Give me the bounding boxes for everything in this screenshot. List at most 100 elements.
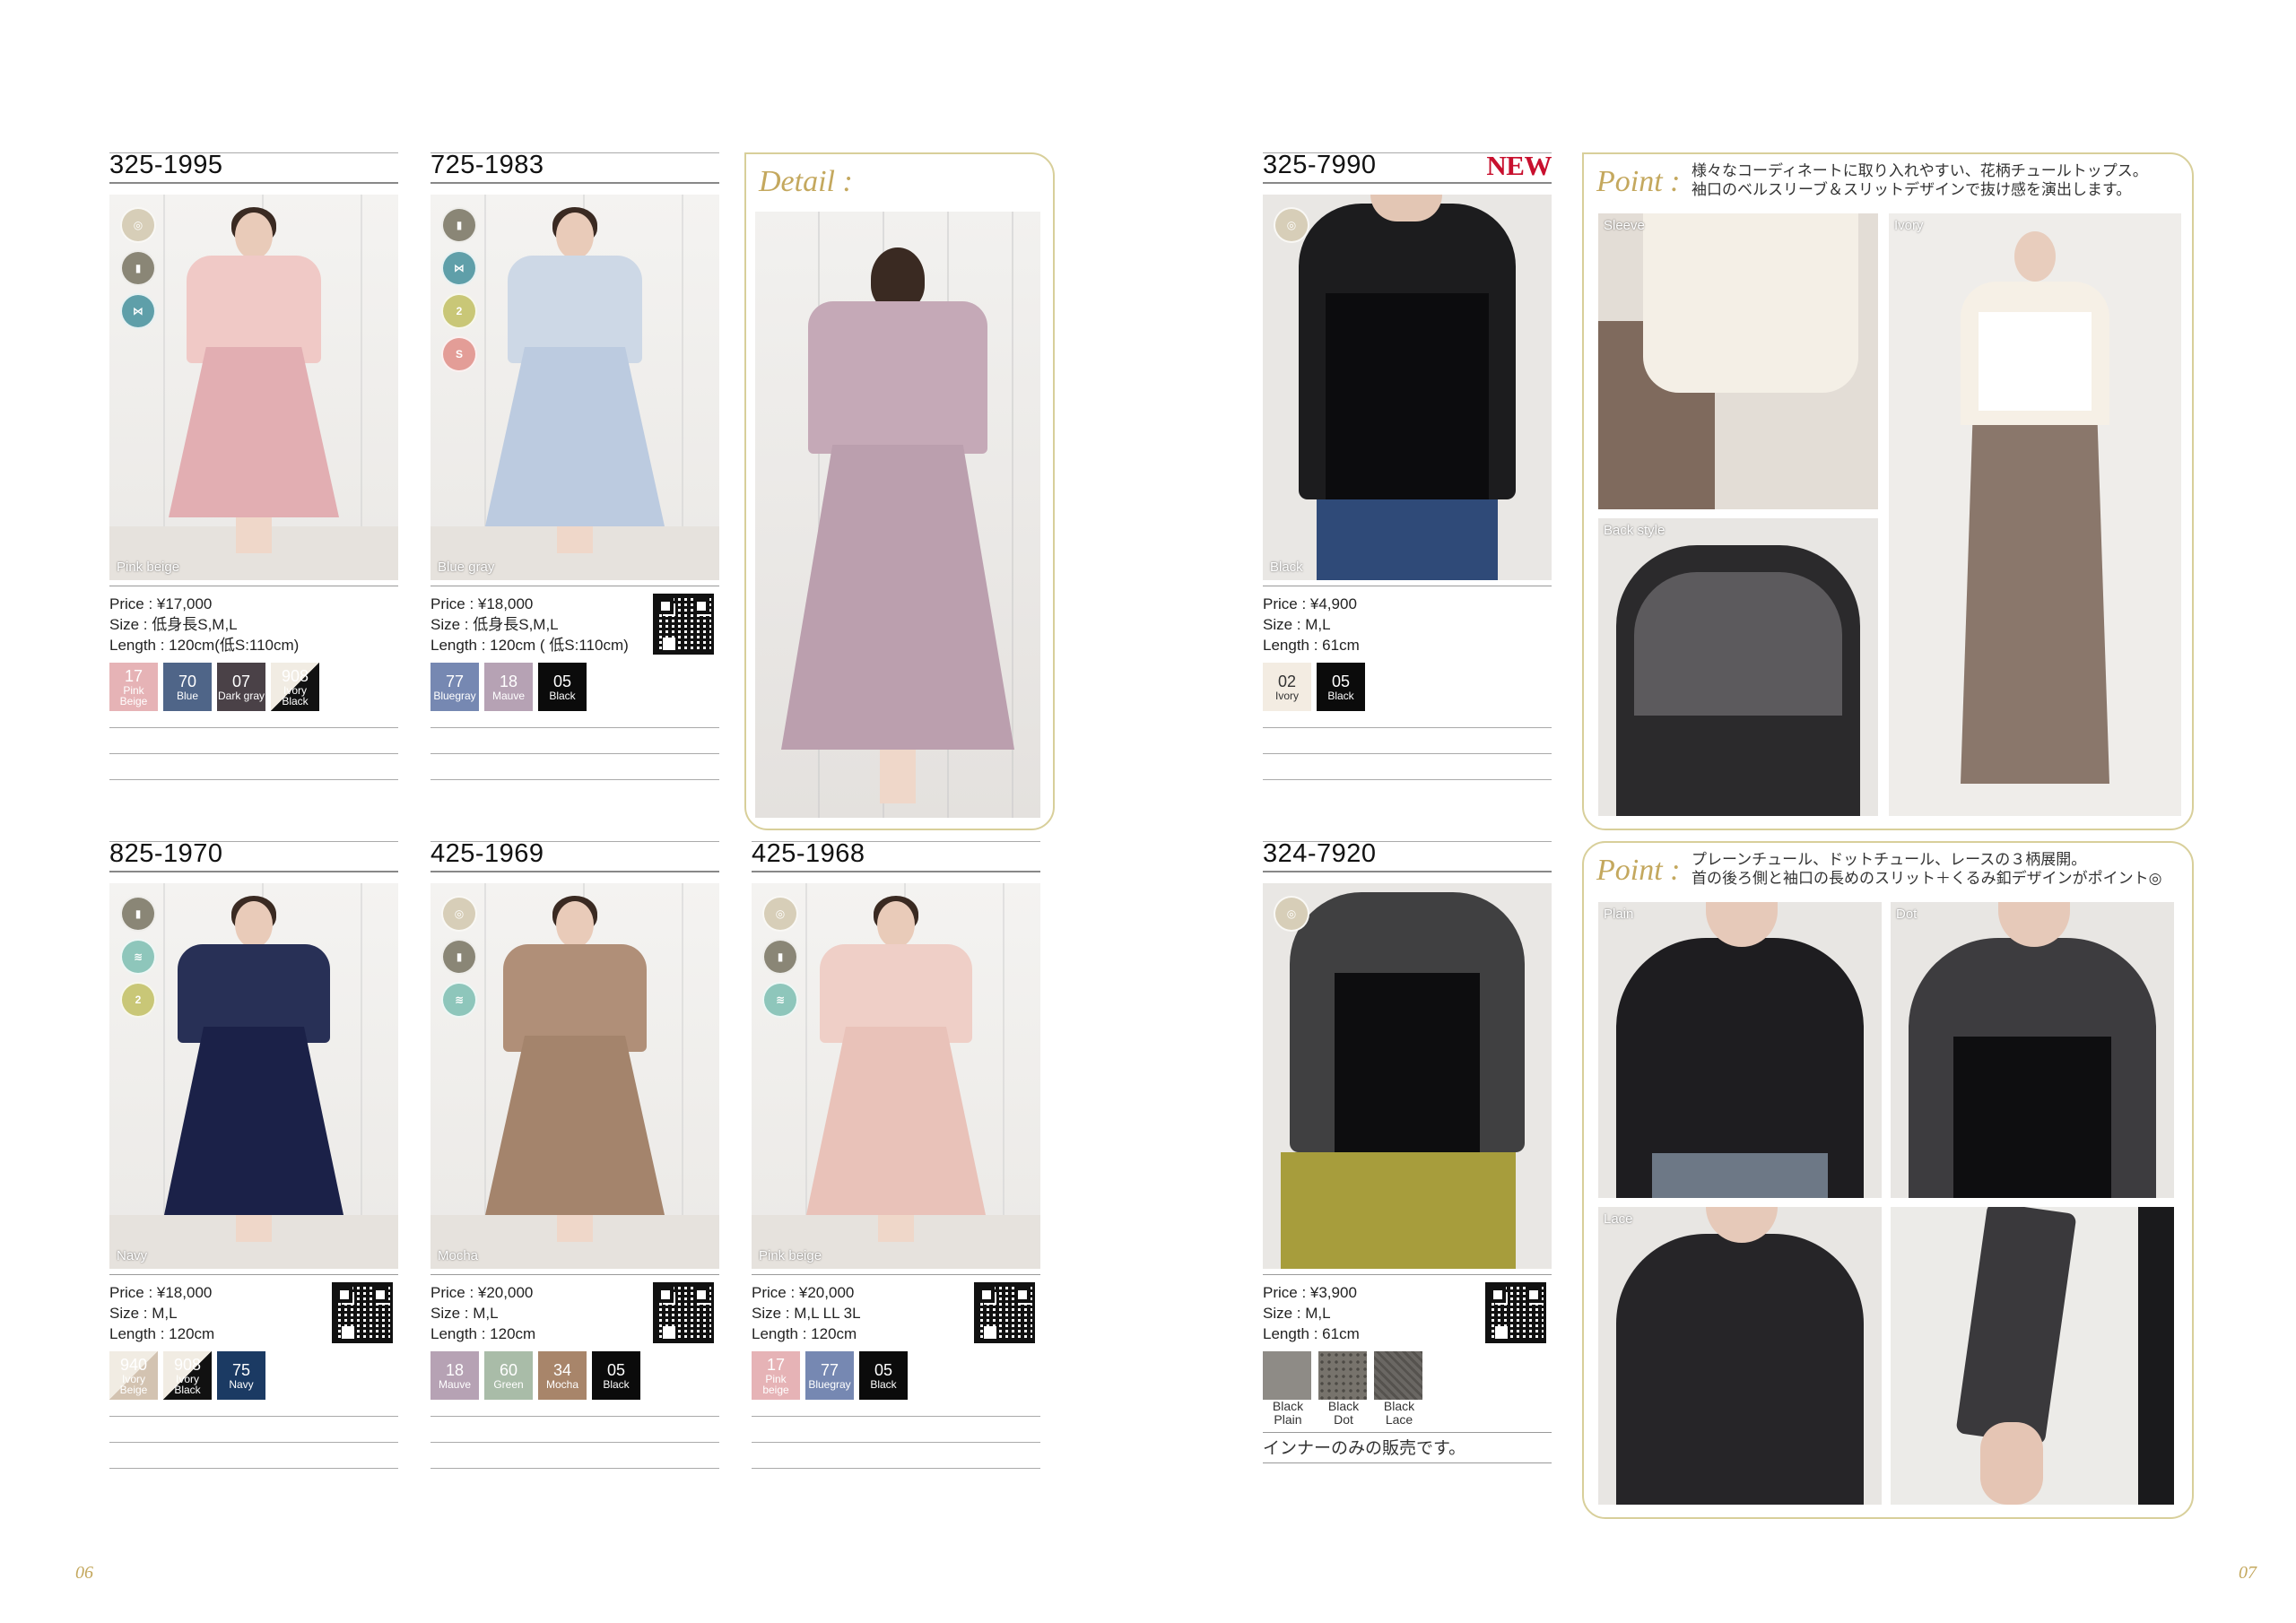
rubber-waist-icon: ≋ bbox=[762, 982, 798, 1018]
color-swatch[interactable]: 77 Bluegray bbox=[805, 1351, 854, 1400]
color-swatch[interactable]: 02 Ivory bbox=[1263, 663, 1311, 711]
zipper-icon: ▮ bbox=[441, 939, 477, 975]
model-figure bbox=[485, 896, 665, 1242]
detail-photo[interactable] bbox=[755, 212, 1040, 818]
fabric-swatch-lace[interactable]: Black Lace bbox=[1374, 1351, 1424, 1427]
color-swatches: 18 Mauve 60 Green 34 Mocha 05 Black bbox=[430, 1351, 719, 1400]
lace-photo[interactable]: Lace bbox=[1598, 1207, 1882, 1505]
button-icon: ◎ bbox=[120, 207, 156, 243]
color-swatch[interactable]: 07 Dark gray bbox=[217, 663, 265, 711]
panel-title: Point : bbox=[1596, 165, 1681, 198]
color-swatches: 940 Ivory Beige 908 Ivory Black 75 Navy bbox=[109, 1351, 398, 1400]
panel-description: 様々なコーディネートに取り入れやすい、花柄チュールトップス。 袖口のベルスリーブ… bbox=[1692, 162, 2148, 198]
zipper-icon: ▮ bbox=[120, 250, 156, 286]
plain-photo[interactable]: Plain bbox=[1598, 902, 1882, 1198]
zipper-icon: ▮ bbox=[441, 207, 477, 243]
color-swatch[interactable]: 17 Pink Beige bbox=[109, 663, 158, 711]
feature-icons: ▮ ⋈ 2 S bbox=[441, 207, 477, 379]
color-swatch[interactable]: 70 Blue bbox=[163, 663, 212, 711]
color-swatch[interactable]: 05 Black bbox=[1317, 663, 1365, 711]
length: Length : 120cm(低S:110cm) bbox=[109, 637, 300, 654]
product-code: 325-7990 bbox=[1263, 151, 1377, 179]
color-swatch[interactable]: 77 Bluegray bbox=[430, 663, 479, 711]
product-code: 825-1970 bbox=[109, 839, 223, 868]
rubber-waist-icon: ≋ bbox=[441, 982, 477, 1018]
product-code: 325-1995 bbox=[109, 151, 223, 179]
product-card-425-1969[interactable]: 425-1969 ◎ ▮ ≋ Mocha Price : ¥20,000 Siz… bbox=[430, 839, 719, 1494]
photo-label: Pink beige bbox=[117, 560, 180, 575]
fabric-swatch-dot[interactable]: Black Dot bbox=[1318, 1351, 1369, 1427]
color-swatch[interactable]: 05 Black bbox=[538, 663, 587, 711]
photo-label: Mocha bbox=[438, 1248, 479, 1263]
code-row: 825-1970 bbox=[109, 839, 398, 872]
product-card-325-7990[interactable]: 325-7990 NEW ◎ Black Price : ¥4,900 Size… bbox=[1263, 150, 1552, 805]
sleeve-photo[interactable]: Sleeve bbox=[1598, 213, 1878, 509]
detail-panel: Detail : bbox=[744, 152, 1055, 830]
back-style-photo[interactable]: Back style bbox=[1598, 518, 1878, 816]
product-photo[interactable]: ▮ ≋ 2 Navy bbox=[109, 883, 398, 1269]
color-swatch[interactable]: 940 Ivory Beige bbox=[109, 1351, 158, 1400]
product-card-725-1983[interactable]: 725-1983 ▮ ⋈ 2 S Blue gray Price : ¥18,0… bbox=[430, 151, 719, 805]
fabric-swatch-plain[interactable]: Black Plain bbox=[1263, 1351, 1313, 1427]
product-code: 425-1968 bbox=[752, 839, 865, 868]
code-row: 725-1983 bbox=[430, 151, 719, 184]
product-photo[interactable]: ◎ ▮ ≋ Pink beige bbox=[752, 883, 1040, 1269]
product-card-425-1968[interactable]: 425-1968 ◎ ▮ ≋ Pink beige Price : ¥20,00… bbox=[752, 839, 1040, 1494]
qr-code[interactable] bbox=[653, 1282, 714, 1343]
point-panel-2: Point : プレーンチュール、ドットチュール、レースの３柄展開。 首の後ろ側… bbox=[1582, 841, 2194, 1519]
product-info: Price : ¥4,900 Size : M,L Length : 61cm bbox=[1263, 594, 1552, 655]
qr-code[interactable] bbox=[974, 1282, 1035, 1343]
feature-icons: ◎ bbox=[1274, 896, 1309, 939]
two-piece-icon: 2 bbox=[120, 982, 156, 1018]
zipper-icon: ▮ bbox=[762, 939, 798, 975]
product-photo[interactable]: ▮ ⋈ 2 S Blue gray bbox=[430, 195, 719, 580]
product-card-325-1995[interactable]: 325-1995 ◎ ▮ ⋈ Pink beige Price : ¥17,00… bbox=[109, 151, 398, 805]
photo-label: Blue gray bbox=[438, 560, 495, 575]
length: Length : 61cm bbox=[1263, 637, 1360, 654]
color-swatch[interactable]: 34 Mocha bbox=[538, 1351, 587, 1400]
color-swatch[interactable]: 75 Navy bbox=[217, 1351, 265, 1400]
lace-sleeve-photo[interactable] bbox=[1891, 1207, 2174, 1505]
product-info: Price : ¥18,000 Size : 低身長S,M,L Length :… bbox=[430, 594, 719, 655]
color-swatches: 77 Bluegray 18 Mauve 05 Black bbox=[430, 663, 719, 711]
qr-code[interactable] bbox=[332, 1282, 393, 1343]
product-photo[interactable]: ◎ ▮ ≋ Mocha bbox=[430, 883, 719, 1269]
small-size-icon: S bbox=[441, 336, 477, 372]
photo-label: Navy bbox=[117, 1248, 148, 1263]
photo-label: Sleeve bbox=[1604, 218, 1645, 233]
ivory-photo[interactable]: Ivory bbox=[1889, 213, 2181, 816]
product-info: Price : ¥17,000 Size : 低身長S,M,L Length :… bbox=[109, 594, 398, 655]
price: Price : ¥4,900 bbox=[1263, 595, 1357, 612]
color-swatch[interactable]: 05 Black bbox=[859, 1351, 908, 1400]
color-swatch[interactable]: 60 Green bbox=[484, 1351, 533, 1400]
product-info: Price : ¥20,000 Size : M,L Length : 120c… bbox=[430, 1282, 719, 1344]
panel-title: Detail : bbox=[759, 165, 853, 198]
product-code: 425-1969 bbox=[430, 839, 544, 868]
color-swatches: 17 Pink beige 77 Bluegray 05 Black bbox=[752, 1351, 1040, 1400]
product-photo[interactable]: ◎ ▮ ⋈ Pink beige bbox=[109, 195, 398, 580]
panel-description: プレーンチュール、ドットチュール、レースの３柄展開。 首の後ろ側と袖口の長めのス… bbox=[1692, 851, 2162, 887]
button-icon: ◎ bbox=[1274, 207, 1309, 243]
color-swatches: Black Plain Black Dot Black Lace bbox=[1263, 1351, 1552, 1427]
product-photo[interactable]: ◎ bbox=[1263, 883, 1552, 1269]
left-page: 325-1995 ◎ ▮ ⋈ Pink beige Price : ¥17,00… bbox=[0, 0, 1148, 1623]
product-code: 725-1983 bbox=[430, 151, 544, 179]
product-card-324-7920[interactable]: 324-7920 ◎ Price : ¥3,900 Size : M,L Len… bbox=[1263, 839, 1552, 1463]
price: Price : ¥17,000 bbox=[109, 595, 213, 612]
model-figure bbox=[781, 247, 1014, 803]
color-swatch[interactable]: 908 Ivory Black bbox=[271, 663, 319, 711]
color-swatch[interactable]: 17 Pink beige bbox=[752, 1351, 800, 1400]
color-swatch[interactable]: 18 Mauve bbox=[484, 663, 533, 711]
code-row: 325-7990 NEW bbox=[1263, 150, 1552, 184]
feature-icons: ▮ ≋ 2 bbox=[120, 896, 156, 1025]
color-swatch[interactable]: 05 Black bbox=[592, 1351, 640, 1400]
dot-photo[interactable]: Dot bbox=[1891, 902, 2174, 1198]
qr-code[interactable] bbox=[1485, 1282, 1546, 1343]
color-swatch[interactable]: 908 Ivory Black bbox=[163, 1351, 212, 1400]
color-swatch[interactable]: 18 Mauve bbox=[430, 1351, 479, 1400]
product-photo[interactable]: ◎ Black bbox=[1263, 195, 1552, 580]
new-badge: NEW bbox=[1486, 150, 1552, 181]
qr-code[interactable] bbox=[653, 594, 714, 655]
product-card-825-1970[interactable]: 825-1970 ▮ ≋ 2 Navy Price : ¥18,000 Size… bbox=[109, 839, 398, 1494]
two-piece-icon: 2 bbox=[441, 293, 477, 329]
